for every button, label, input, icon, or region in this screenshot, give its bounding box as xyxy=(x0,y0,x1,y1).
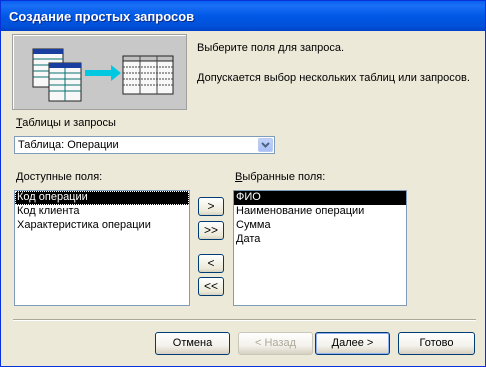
tables-combobox[interactable]: Таблица: Операции xyxy=(14,136,275,154)
divider xyxy=(13,319,476,321)
list-item[interactable]: Сумма xyxy=(234,219,406,233)
list-item[interactable]: Дата xyxy=(234,233,406,247)
chevron-down-icon xyxy=(261,142,270,148)
wizard-window: Создание простых запросов Выберите поля … xyxy=(0,0,486,367)
query-grid-icon xyxy=(122,55,174,95)
available-fields-list[interactable]: Код операции Код клиента Характеристика … xyxy=(14,190,190,306)
list-item[interactable]: Код операции xyxy=(15,191,189,205)
arrow-icon xyxy=(85,65,121,81)
remove-all-fields-button[interactable]: << xyxy=(198,277,224,296)
cancel-button[interactable]: Отмена xyxy=(155,332,230,355)
selected-fields-list[interactable]: ФИО Наименование операции Сумма Дата xyxy=(233,190,407,306)
add-all-fields-button[interactable]: >> xyxy=(198,221,224,240)
wizard-illustration xyxy=(12,34,187,110)
remove-field-button[interactable]: < xyxy=(198,254,224,273)
title-bar[interactable]: Создание простых запросов xyxy=(1,1,485,31)
tables-label: Таблицы и запросы xyxy=(16,117,116,129)
add-field-button[interactable]: > xyxy=(198,197,224,216)
list-item[interactable]: Наименование операции xyxy=(234,205,406,219)
finish-button[interactable]: Готово xyxy=(398,332,475,355)
instruction-text: Выберите поля для запроса. xyxy=(197,42,345,54)
source-tables-icon xyxy=(32,48,82,102)
window-title: Создание простых запросов xyxy=(9,9,195,24)
list-item[interactable]: Характеристика операции xyxy=(15,219,189,233)
dropdown-button[interactable] xyxy=(258,138,273,152)
available-fields-label: Доступные поля: xyxy=(16,171,103,183)
list-item[interactable]: ФИО xyxy=(234,191,406,205)
hint-text: Допускается выбор нескольких таблиц или … xyxy=(197,72,470,84)
next-button[interactable]: Далее > xyxy=(315,332,390,355)
tables-combobox-value: Таблица: Операции xyxy=(18,139,119,151)
list-item[interactable]: Код клиента xyxy=(15,205,189,219)
back-button[interactable]: < Назад xyxy=(238,332,313,355)
selected-fields-label: Выбранные поля: xyxy=(235,171,326,183)
